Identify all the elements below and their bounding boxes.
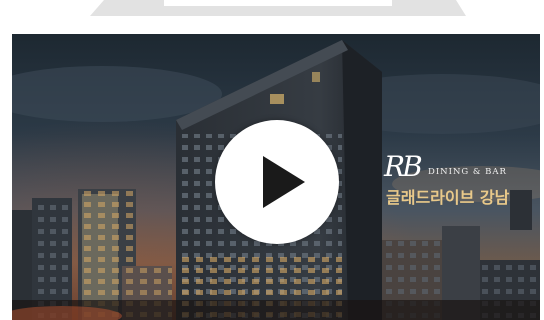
video-thumbnail[interactable]: RB DINING & BAR 글래드라이브 강남 — [12, 34, 540, 320]
play-icon — [263, 156, 305, 208]
top-decorative-tab — [90, 0, 466, 16]
restaurant-logo: RB DINING & BAR 글래드라이브 강남 — [384, 152, 534, 212]
logo-korean-name: 글래드라이브 강남 — [386, 188, 510, 207]
play-button[interactable] — [215, 120, 339, 244]
logo-monogram: RB — [384, 150, 423, 183]
logo-subtitle: DINING & BAR — [428, 167, 507, 177]
